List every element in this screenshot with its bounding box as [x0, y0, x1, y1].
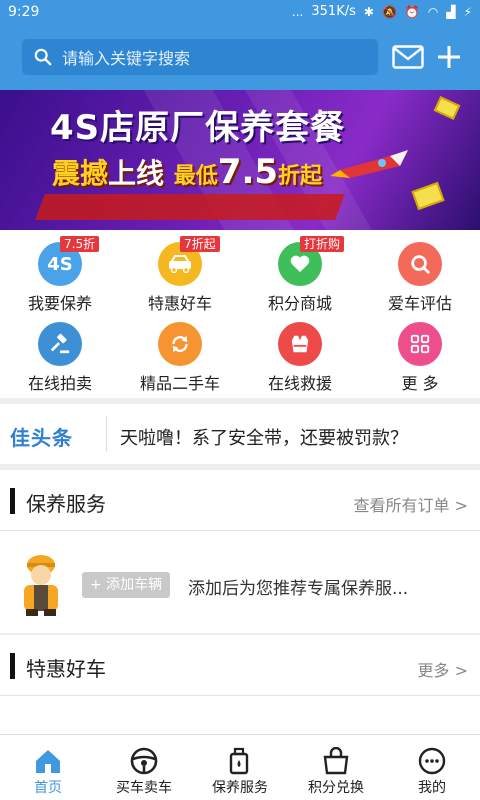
- alarm-icon: ⏰: [404, 4, 420, 19]
- status-dots: ...: [291, 4, 304, 19]
- recycle-icon: [158, 322, 202, 366]
- mail-icon[interactable]: [392, 45, 424, 69]
- grid-item-label: 在线救援: [267, 374, 332, 393]
- shopping-bag-icon: [323, 747, 349, 775]
- steering-wheel-icon: [130, 747, 158, 775]
- status-bar: 9:29 ... 351K/s ✱ 🔕 ⏰ ◠ ▟ ⚡: [0, 0, 480, 26]
- grid-item-label: 在线拍卖: [27, 374, 92, 393]
- vest-icon: [278, 322, 322, 366]
- promo-banner[interactable]: 4S店原厂保养套餐 震撼上线 最低7.5折起: [0, 90, 480, 230]
- maintenance-hint: 添加后为您推荐专属保养服...: [188, 579, 409, 599]
- grid-item-valuation[interactable]: 爱车评估: [360, 234, 480, 314]
- bluetooth-icon: ✱: [363, 4, 374, 19]
- grid-item-maintenance[interactable]: 4S 7.5折 我要保养: [0, 234, 120, 314]
- coupon-icon: [433, 96, 461, 120]
- magnifier-icon: [398, 242, 442, 286]
- banner-strip: [35, 194, 345, 220]
- section-title: 保养服务: [26, 492, 106, 516]
- section-bar: [10, 653, 15, 679]
- search-input[interactable]: 请输入关键字搜索: [62, 45, 190, 69]
- badge: 7.5折: [60, 236, 100, 252]
- search-icon: [34, 48, 52, 66]
- grid-item-label: 更 多: [401, 374, 439, 393]
- tab-maintenance[interactable]: 保养服务: [192, 735, 288, 800]
- tab-label: 保养服务: [212, 780, 268, 796]
- grid-item-used-cars[interactable]: 精品二手车: [120, 314, 240, 394]
- status-icons: ... 351K/s ✱ 🔕 ⏰ ◠ ▟ ⚡: [292, 4, 472, 19]
- grid-item-auction[interactable]: 在线拍卖: [0, 314, 120, 394]
- maintenance-section-header: 保养服务 查看所有订单 >: [0, 470, 480, 530]
- news-ticker[interactable]: 佳头条 天啦噜！系了安全带，还要被罚款？: [0, 404, 480, 464]
- heart-icon: 打折购: [278, 236, 345, 286]
- add-vehicle-button[interactable]: + 添加车辆: [82, 572, 171, 598]
- section-title: 特惠好车: [26, 657, 106, 681]
- tab-buy-sell[interactable]: 买车卖车: [96, 735, 192, 800]
- tab-points[interactable]: 积分兑换: [288, 735, 384, 800]
- grid-item-rescue[interactable]: 在线救援: [240, 314, 360, 394]
- feature-grid: 4S 7.5折 我要保养 7折起 特惠好车 打折购 积分商城 爱车评估 在线拍卖…: [0, 230, 480, 398]
- grid-item-label: 我要保养: [27, 294, 92, 313]
- add-icon[interactable]: [436, 44, 462, 70]
- maintenance-card: + 添加车辆 添加后为您推荐专属保养服...: [0, 531, 480, 633]
- mute-icon: 🔕: [381, 4, 397, 19]
- deals-section-header: 特惠好车 更多 >: [0, 635, 480, 695]
- home-icon: [36, 750, 60, 773]
- section-bar: [10, 488, 15, 514]
- grid-icon: [398, 322, 442, 366]
- grid-item-deals[interactable]: 7折起 特惠好车: [120, 234, 240, 314]
- news-headline[interactable]: 天啦噜！系了安全带，还要被罚款？: [120, 424, 408, 450]
- tab-home[interactable]: 首页: [0, 735, 96, 800]
- battery-icon: ⚡: [463, 4, 472, 19]
- grid-item-label: 特惠好车: [147, 294, 212, 313]
- status-speed: 351K/s: [311, 4, 356, 19]
- tab-label: 买车卖车: [116, 780, 172, 796]
- deals-content: [0, 695, 480, 734]
- badge: 7折起: [180, 236, 220, 252]
- banner-headline: 震撼上线 最低7.5折起: [52, 152, 323, 192]
- hammer-icon: [38, 322, 82, 366]
- banner-brand: 4S店原厂保养套餐: [50, 108, 346, 148]
- view-all-orders-link[interactable]: 查看所有订单 >: [354, 492, 469, 516]
- grid-item-points-mall[interactable]: 打折购 积分商城: [240, 234, 360, 314]
- 4s-icon: 4S 7.5折: [38, 236, 100, 286]
- grid-item-label: 精品二手车: [139, 374, 220, 393]
- news-logo: 佳头条: [10, 426, 73, 450]
- tab-profile[interactable]: 我的: [384, 735, 480, 800]
- car-icon: 7折起: [158, 236, 220, 286]
- status-time: 9:29: [8, 4, 40, 20]
- divider: [106, 416, 107, 452]
- tab-label: 积分兑换: [308, 780, 364, 796]
- more-deals-link[interactable]: 更多 >: [418, 657, 469, 681]
- wifi-icon: ◠: [427, 4, 439, 19]
- search-bar[interactable]: 请输入关键字搜索: [22, 39, 378, 75]
- tab-label: 首页: [34, 780, 62, 796]
- coupon-icon: [411, 181, 445, 211]
- bottom-nav: 首页 买车卖车 保养服务 积分兑换 我的: [0, 734, 480, 800]
- smiley-icon: [418, 747, 446, 775]
- rocket-icon: [330, 150, 408, 178]
- signal-icon: ▟: [446, 4, 456, 19]
- grid-item-more[interactable]: 更 多: [360, 314, 480, 394]
- header: 请输入关键字搜索: [0, 26, 480, 90]
- tab-label: 我的: [418, 780, 446, 796]
- grid-item-label: 积分商城: [267, 294, 332, 313]
- mechanic-icon: [24, 555, 58, 616]
- grid-item-label: 爱车评估: [387, 294, 452, 313]
- badge: 打折购: [300, 236, 345, 252]
- oil-can-icon: [229, 747, 249, 775]
